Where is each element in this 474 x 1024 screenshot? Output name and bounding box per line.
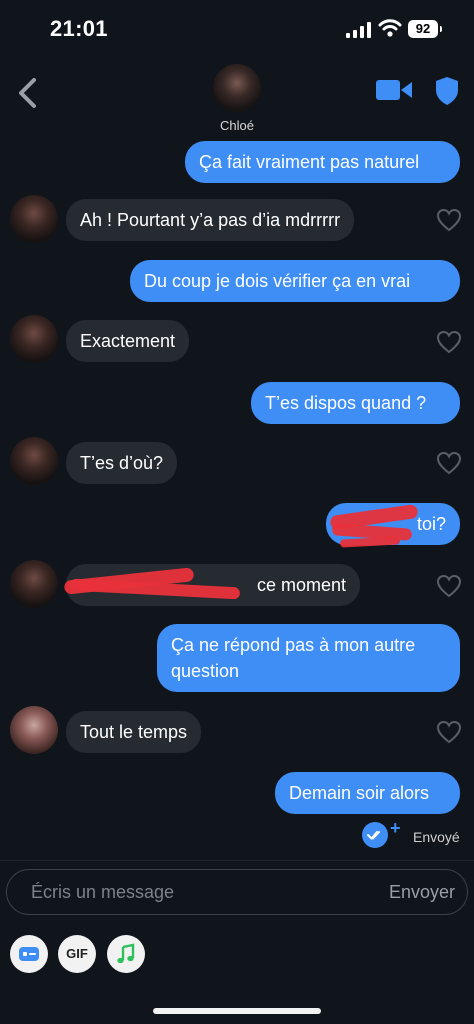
music-button[interactable]	[107, 935, 145, 973]
shield-icon[interactable]	[434, 76, 460, 106]
status-bar: 21:01 92	[0, 0, 474, 60]
gif-label: GIF	[66, 946, 88, 961]
contact-avatar[interactable]	[213, 64, 261, 112]
message-incoming[interactable]: Tout le temps	[66, 711, 202, 753]
message-outgoing[interactable]: T’es dispos quand ?	[251, 382, 460, 424]
message-incoming[interactable]: Ah ! Pourtant y’a pas d’ia mdrrrrr	[66, 199, 355, 241]
send-button[interactable]: Envoyer	[389, 882, 455, 903]
contact-avatar-small[interactable]	[10, 315, 58, 363]
message-outgoing[interactable]: Demain soir alors	[275, 772, 460, 814]
video-call-icon[interactable]	[376, 78, 412, 102]
message-outgoing[interactable]: Ça ne répond pas à mon autre question	[157, 624, 460, 692]
heart-icon[interactable]	[436, 720, 462, 744]
double-check-icon	[367, 831, 380, 840]
message-input-placeholder[interactable]: Écris un message	[31, 882, 174, 903]
card-icon	[19, 947, 39, 961]
chat-header: Chloé	[0, 60, 474, 140]
message-input[interactable]: Écris un message Envoyer	[6, 869, 468, 915]
status-time: 21:01	[50, 16, 108, 41]
heart-icon[interactable]	[436, 574, 462, 598]
message-incoming[interactable]: T’es d’où?	[66, 442, 178, 484]
heart-icon[interactable]	[436, 330, 462, 354]
contact-name[interactable]: Chloé	[0, 118, 474, 133]
music-note-icon	[117, 943, 135, 964]
composer-divider	[0, 860, 474, 861]
signal-icon	[346, 22, 371, 38]
battery-indicator: 92	[408, 20, 442, 38]
message-line: Ça ne répond pas à mon autre	[171, 635, 416, 655]
back-chevron-icon[interactable]	[14, 76, 40, 110]
contact-avatar-small[interactable]	[10, 706, 58, 754]
heart-icon[interactable]	[436, 451, 462, 475]
contact-avatar-small[interactable]	[10, 437, 58, 485]
sent-status: Envoyé	[413, 829, 460, 845]
plus-icon[interactable]: +	[390, 818, 401, 839]
wifi-icon	[378, 19, 402, 37]
read-receipt-icon	[362, 822, 388, 848]
sticker-button[interactable]	[10, 935, 48, 973]
message-outgoing[interactable]: Ça fait vraiment pas naturel	[185, 141, 460, 183]
gif-button[interactable]: GIF	[58, 935, 96, 973]
redaction-mark	[339, 536, 401, 548]
message-line: question	[171, 661, 240, 681]
home-indicator[interactable]	[153, 1008, 321, 1014]
message-outgoing[interactable]: Du coup je dois vérifier ça en vrai	[130, 260, 460, 302]
message-incoming[interactable]: Exactement	[66, 320, 190, 362]
heart-icon[interactable]	[436, 208, 462, 232]
contact-avatar-small[interactable]	[10, 195, 58, 243]
contact-avatar-small[interactable]	[10, 560, 58, 608]
